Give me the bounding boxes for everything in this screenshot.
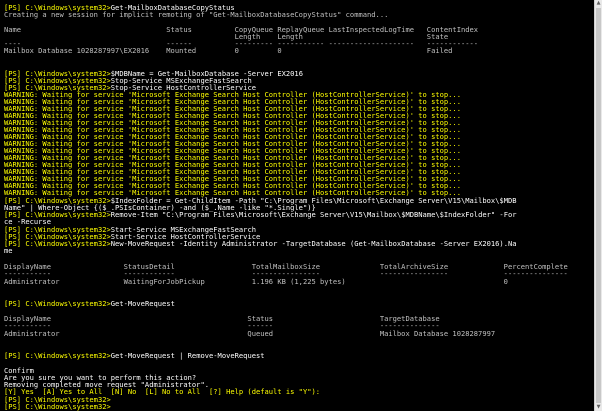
console-line: me: [4, 246, 13, 255]
console-line: [PS] C:\Windows\system32>: [4, 403, 111, 411]
vertical-scrollbar[interactable]: ▲ ▼: [594, 0, 602, 411]
console-line: Administrator Queued Mailbox Database 10…: [4, 329, 496, 338]
prompt: [PS] C:\Windows\system32>: [4, 239, 111, 248]
command-text: New-MoveRequest -Identity Administrator …: [110, 239, 517, 248]
console-line: Mailbox Database 1028287997\EX2016 Mount…: [4, 46, 453, 55]
prompt: [PS] C:\Windows\system32>: [4, 402, 111, 411]
console-line: [PS] C:\Windows\system32>New-MoveRequest…: [4, 240, 517, 248]
console-line: Creating a new session for implicit remo…: [4, 10, 389, 19]
command-text: Remove-Item "C:\Program Files\Microsoft\…: [110, 210, 517, 219]
console-line: [PS] C:\Windows\system32>Get-MoveRequest: [4, 300, 175, 308]
scroll-up-arrow-icon[interactable]: ▲: [596, 0, 601, 6]
console-line: [PS] C:\Windows\system32>Remove-Item "C:…: [4, 211, 517, 219]
powershell-console[interactable]: [PS] C:\Windows\system32>Get-MailboxData…: [0, 0, 594, 411]
console-line: [PS] C:\Windows\system32>Get-MoveRequest…: [4, 352, 265, 360]
console-line: Administrator WaitingForJobPickup 1.196 …: [4, 277, 508, 286]
prompt: [PS] C:\Windows\system32>: [4, 299, 111, 308]
prompt: [PS] C:\Windows\system32>: [4, 351, 111, 360]
scrollbar-thumb[interactable]: [596, 8, 601, 403]
command-text: Get-MoveRequest | Remove-MoveRequest: [110, 351, 265, 360]
command-text: Get-MoveRequest: [110, 299, 175, 308]
scroll-down-arrow-icon[interactable]: ▼: [596, 404, 601, 410]
